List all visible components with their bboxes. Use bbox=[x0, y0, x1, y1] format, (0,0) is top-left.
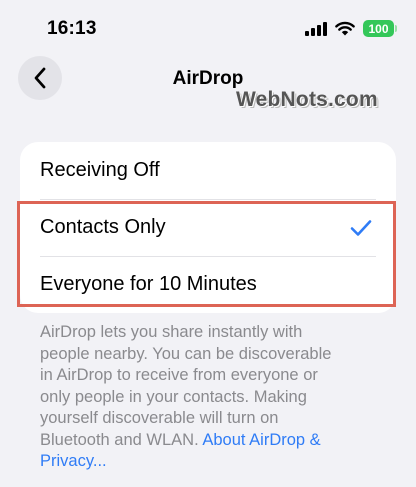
airdrop-options-list: Receiving Off Contacts Only Everyone for… bbox=[20, 142, 396, 313]
status-icons: 100 bbox=[305, 20, 397, 37]
about-airdrop-privacy-link[interactable]: About AirDrop & bbox=[202, 431, 320, 449]
footnote-line: Privacy... bbox=[40, 451, 390, 473]
battery-level: 100 bbox=[368, 21, 389, 36]
footnote-line: in AirDrop to receive from everyone or bbox=[40, 366, 318, 384]
option-label: Receiving Off bbox=[40, 159, 160, 181]
footnote-text: Bluetooth and WLAN. bbox=[40, 430, 203, 449]
battery-indicator: 100 bbox=[363, 20, 397, 37]
about-airdrop-privacy-link-continued[interactable]: Privacy... bbox=[40, 452, 107, 470]
airdrop-description: AirDrop lets you share instantly with pe… bbox=[40, 322, 390, 473]
option-contacts-only[interactable]: Contacts Only bbox=[20, 199, 396, 256]
footnote-line: only people in your contacts. Making bbox=[40, 387, 307, 406]
status-bar: 16:13 100 bbox=[0, 0, 416, 52]
option-everyone-10-minutes[interactable]: Everyone for 10 Minutes bbox=[20, 256, 396, 313]
option-label: Contacts Only bbox=[40, 216, 166, 238]
watermark-logo: WebNots.com bbox=[236, 88, 378, 111]
option-receiving-off[interactable]: Receiving Off bbox=[20, 142, 396, 199]
footnote-line: yourself discoverable will turn on bbox=[40, 409, 279, 427]
page-title: AirDrop bbox=[172, 68, 244, 89]
checkmark-icon bbox=[350, 219, 372, 236]
footnote-line: people nearby. You can be discoverable bbox=[40, 344, 332, 363]
status-time: 16:13 bbox=[47, 18, 97, 39]
footnote-line: Bluetooth and WLAN. About AirDrop & bbox=[40, 430, 390, 452]
option-label: Everyone for 10 Minutes bbox=[40, 273, 257, 295]
wifi-icon bbox=[335, 21, 355, 36]
cellular-signal-icon bbox=[305, 21, 327, 36]
footnote-line: AirDrop lets you share instantly with bbox=[40, 323, 303, 341]
